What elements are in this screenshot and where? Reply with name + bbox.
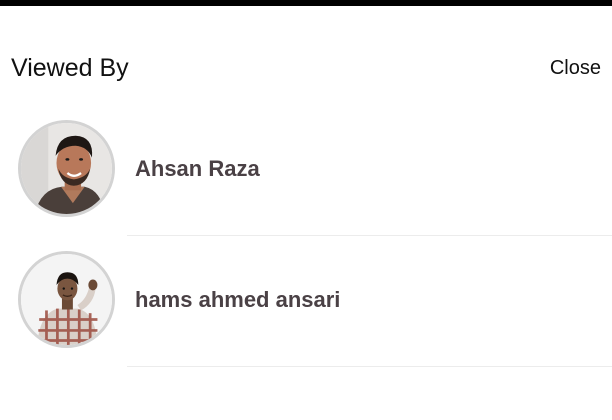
close-button[interactable]: Close — [550, 56, 601, 80]
viewer-row[interactable]: hams ahmed ansari — [0, 237, 612, 368]
row-divider — [127, 235, 612, 236]
avatar[interactable] — [18, 251, 115, 348]
viewed-by-header: Viewed By Close — [0, 6, 612, 106]
viewer-name: Ahsan Raza — [135, 156, 260, 181]
viewer-name: hams ahmed ansari — [135, 287, 341, 312]
profile-photo-icon — [21, 123, 112, 214]
avatar[interactable] — [18, 120, 115, 217]
viewer-row[interactable]: Ahsan Raza — [0, 106, 612, 237]
row-divider — [127, 366, 612, 367]
profile-photo-icon — [21, 254, 112, 345]
page-title: Viewed By — [11, 54, 129, 82]
viewers-list: Ahsan Raza hams ahmed ansari — [0, 106, 612, 368]
